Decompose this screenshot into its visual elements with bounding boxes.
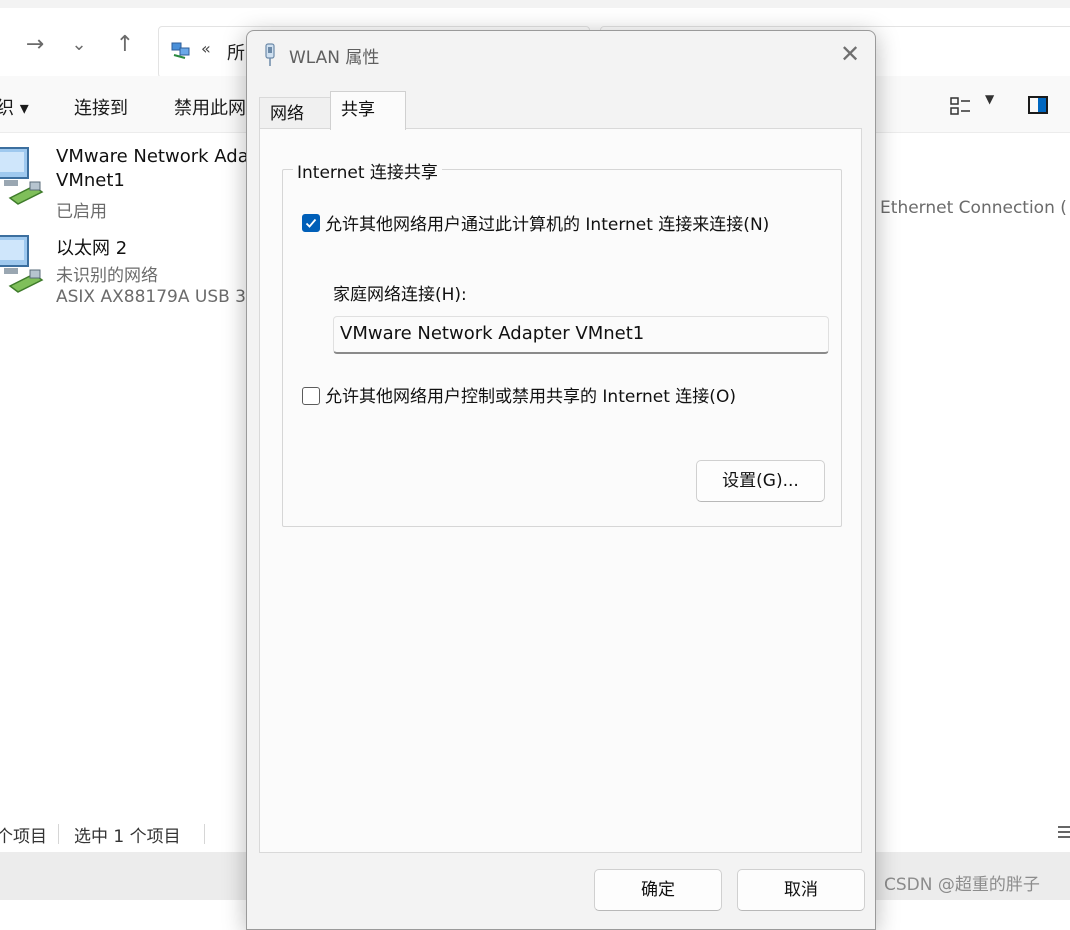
adapter-status: 未识别的网络 — [56, 266, 158, 286]
allow-connect-label[interactable]: 允许其他网络用户通过此计算机的 Internet 连接来连接(N) — [325, 210, 769, 235]
tab-network[interactable]: 网络 — [259, 97, 331, 129]
cancel-button[interactable]: 取消 — [737, 869, 865, 911]
preview-pane-icon[interactable] — [1028, 96, 1048, 114]
allow-control-checkbox[interactable] — [302, 387, 320, 405]
wlan-properties-dialog: WLAN 属性 ✕ 网络 共享 Internet 连接共享 允许其他网络用户通过… — [246, 30, 876, 930]
status-divider — [204, 824, 205, 844]
home-network-select[interactable]: VMware Network Adapter VMnet1 — [333, 316, 829, 354]
checkmark-icon — [305, 218, 317, 228]
allow-control-label[interactable]: 允许其他网络用户控制或禁用共享的 Internet 连接(O) — [325, 382, 736, 407]
dialog-title: WLAN 属性 — [289, 48, 380, 68]
network-adapter-icon — [0, 147, 44, 205]
internet-sharing-group: Internet 连接共享 允许其他网络用户通过此计算机的 Internet 连… — [282, 158, 842, 527]
address-path-text[interactable]: 所 — [227, 39, 245, 65]
watermark-text: CSDN @超重的胖子 — [884, 875, 1040, 895]
forward-arrow-icon[interactable]: → — [20, 30, 50, 60]
close-icon[interactable]: ✕ — [837, 41, 863, 67]
up-arrow-icon[interactable]: ↑ — [110, 30, 140, 60]
adapter-device: ASIX AX88179A USB 3 — [56, 287, 246, 307]
adapter-device-fragment: ) Ethernet Connection ( — [868, 198, 1067, 218]
adapter-name-line2: VMnet1 — [56, 170, 125, 191]
network-adapter-icon — [0, 235, 44, 293]
network-connections-icon — [171, 42, 190, 59]
title-strip — [0, 0, 1070, 8]
list-item[interactable]: VMware Network Ada VMnet1 已启用 — [0, 146, 260, 222]
settings-button[interactable]: 设置(G)... — [696, 460, 825, 502]
home-network-label: 家庭网络连接(H): — [333, 285, 467, 305]
view-options-icon[interactable] — [950, 96, 972, 116]
list-item[interactable]: 以太网 2 未识别的网络 ASIX AX88179A USB 3 — [0, 234, 260, 312]
network-adapter-title-icon — [265, 43, 275, 66]
adapter-status: 已启用 — [56, 202, 107, 222]
details-view-icon[interactable] — [1058, 824, 1070, 840]
selected-count-text: 选中 1 个项目 — [74, 827, 181, 847]
item-count-text: 个项目 — [0, 827, 47, 847]
adapter-name: 以太网 2 — [56, 238, 128, 259]
address-overflow-chevron[interactable]: « — [201, 39, 211, 58]
disable-device-button[interactable]: 禁用此网 — [174, 94, 246, 120]
connect-to-button[interactable]: 连接到 — [74, 94, 128, 120]
view-dropdown-caret-icon[interactable]: ▼ — [985, 92, 994, 106]
ok-button[interactable]: 确定 — [594, 869, 722, 911]
tab-sharing[interactable]: 共享 — [330, 91, 406, 130]
group-title: Internet 连接共享 — [293, 158, 442, 183]
organize-menu[interactable]: 织 ▾ — [0, 94, 29, 120]
status-divider — [58, 824, 59, 844]
recent-locations-chevron-icon[interactable]: ⌄ — [64, 30, 94, 60]
adapter-name: VMware Network Ada — [56, 146, 249, 167]
sharing-tab-panel: Internet 连接共享 允许其他网络用户通过此计算机的 Internet 连… — [259, 128, 862, 853]
allow-connect-checkbox[interactable] — [302, 214, 320, 232]
